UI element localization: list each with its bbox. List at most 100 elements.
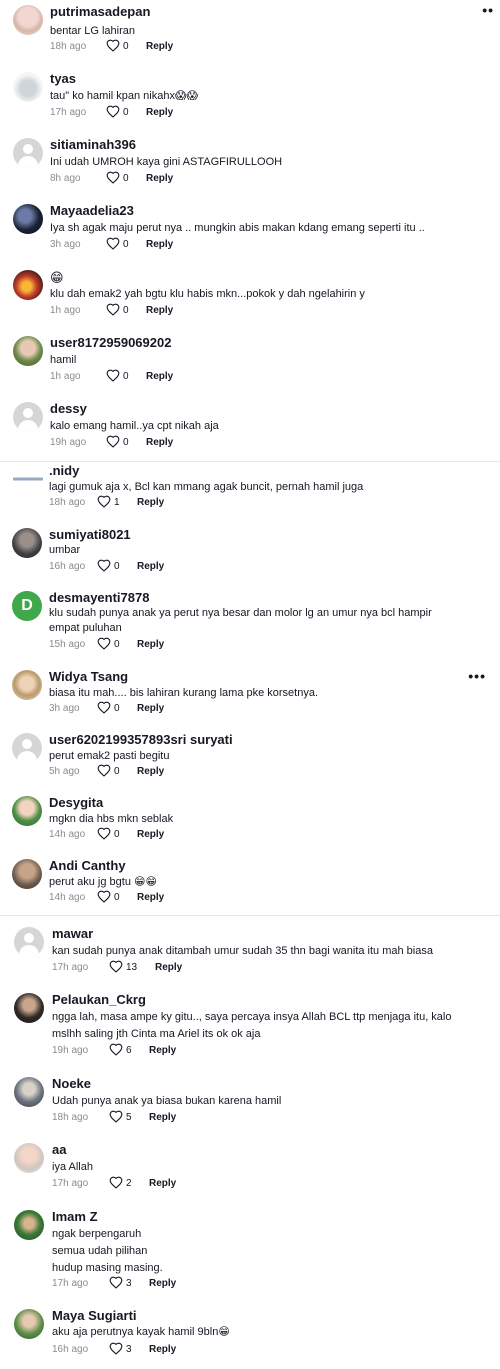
comment-username[interactable]: user6202199357893sri suryati	[49, 732, 233, 747]
comment-timestamp: 17h ago	[52, 962, 89, 973]
comment-timestamp: 17h ago	[52, 1278, 89, 1289]
reply-button[interactable]: Reply	[137, 703, 164, 714]
like-heart-icon[interactable]	[109, 1276, 123, 1290]
comment-username[interactable]: tyas	[50, 71, 76, 86]
like-heart-icon[interactable]	[106, 237, 120, 251]
comment-meta-row: 19h ago 0 Reply	[50, 435, 250, 451]
comment-timestamp: 1h ago	[50, 305, 81, 316]
avatar[interactable]	[12, 670, 42, 700]
comment-timestamp: 1h ago	[50, 371, 81, 382]
avatar[interactable]	[13, 5, 43, 35]
comment-timestamp: 19h ago	[50, 437, 87, 448]
comment-username[interactable]: .nidy	[49, 463, 79, 478]
comment-username[interactable]: user8172959069202	[50, 335, 171, 350]
comment-username[interactable]: Widya Tsang	[49, 669, 128, 684]
reply-button[interactable]: Reply	[149, 1178, 176, 1189]
avatar[interactable]	[12, 859, 42, 889]
comment-timestamp: 18h ago	[52, 1112, 89, 1123]
comment-username[interactable]: Andi Canthy	[49, 858, 126, 873]
reply-button[interactable]: Reply	[149, 1045, 176, 1056]
avatar[interactable]: D	[12, 591, 42, 621]
comment-username[interactable]: mawar	[52, 926, 93, 941]
like-heart-icon[interactable]	[97, 764, 111, 778]
like-heart-icon[interactable]	[109, 960, 123, 974]
comment-text: ngak berpengaruh	[52, 1228, 142, 1240]
like-heart-icon[interactable]	[109, 1110, 123, 1124]
avatar[interactable]	[14, 1210, 44, 1240]
comment-username[interactable]: sumiyati8021	[49, 527, 131, 542]
reply-button[interactable]: Reply	[155, 962, 182, 973]
like-heart-icon[interactable]	[106, 39, 120, 53]
like-heart-icon[interactable]	[106, 171, 120, 185]
reply-button[interactable]: Reply	[146, 305, 173, 316]
comment-text: Ini udah UMROH kaya gini ASTAGFIRULLOOH	[50, 156, 283, 168]
avatar[interactable]	[12, 733, 42, 763]
like-heart-icon[interactable]	[97, 637, 111, 651]
like-heart-icon[interactable]	[106, 435, 120, 449]
like-heart-icon[interactable]	[97, 495, 111, 509]
like-heart-icon[interactable]	[106, 303, 120, 317]
avatar[interactable]	[14, 993, 44, 1023]
avatar[interactable]	[13, 464, 43, 494]
comment-text: biasa itu mah.... bis lahiran kurang lam…	[49, 687, 319, 699]
comment-username[interactable]: Pelaukan_Ckrg	[52, 992, 146, 1007]
comment-text: semua udah pilihan	[52, 1245, 148, 1257]
avatar[interactable]	[13, 204, 43, 234]
reply-button[interactable]: Reply	[146, 371, 173, 382]
comment-username[interactable]: Mayaadelia23	[50, 203, 134, 218]
reply-button[interactable]: Reply	[149, 1112, 176, 1123]
reply-button[interactable]: Reply	[146, 437, 173, 448]
reply-button[interactable]: Reply	[149, 1278, 176, 1289]
avatar[interactable]	[14, 1077, 44, 1107]
reply-button[interactable]: Reply	[137, 497, 164, 508]
avatar[interactable]	[13, 72, 43, 102]
avatar[interactable]	[12, 796, 42, 826]
comment-username[interactable]: sitiaminah396	[50, 137, 136, 152]
reply-button[interactable]: Reply	[146, 41, 173, 52]
avatar[interactable]	[13, 402, 43, 432]
comment-username[interactable]: Desygita	[49, 795, 103, 810]
avatar[interactable]	[14, 1143, 44, 1173]
avatar[interactable]	[14, 927, 44, 957]
like-heart-icon[interactable]	[109, 1043, 123, 1057]
comment-text: aku aja perutnya kayak hamil 9bln😁	[52, 1326, 230, 1338]
comment-username[interactable]: Maya Sugiarti	[52, 1308, 137, 1323]
reply-button[interactable]: Reply	[146, 239, 173, 250]
avatar[interactable]	[13, 138, 43, 168]
avatar[interactable]	[13, 336, 43, 366]
avatar[interactable]	[13, 270, 43, 300]
comment-username[interactable]: putrimasadepan	[50, 4, 150, 19]
like-heart-icon[interactable]	[97, 559, 111, 573]
comment-username[interactable]: dessy	[50, 401, 87, 416]
like-heart-icon[interactable]	[109, 1342, 123, 1356]
reply-button[interactable]: Reply	[137, 639, 164, 650]
reply-button[interactable]: Reply	[137, 892, 164, 903]
reply-button[interactable]: Reply	[137, 561, 164, 572]
like-heart-icon[interactable]	[106, 369, 120, 383]
like-heart-icon[interactable]	[97, 827, 111, 841]
comment-username[interactable]: aa	[52, 1142, 66, 1157]
comment-text: hamil	[50, 354, 77, 366]
comment-timestamp: 3h ago	[49, 703, 80, 714]
reply-button[interactable]: Reply	[149, 1344, 176, 1355]
reply-button[interactable]: Reply	[146, 107, 173, 118]
avatar[interactable]	[12, 528, 42, 558]
comment-username[interactable]: desmayenti7878	[49, 590, 149, 605]
comment-username[interactable]: Noeke	[52, 1076, 91, 1091]
comment-username[interactable]: Imam Z	[52, 1209, 98, 1224]
comment-timestamp: 15h ago	[49, 639, 86, 650]
more-options-icon[interactable]: ••	[482, 2, 494, 18]
comment-meta-row: 8h ago 0 Reply	[50, 171, 250, 187]
reply-button[interactable]: Reply	[137, 829, 164, 840]
reply-button[interactable]: Reply	[146, 173, 173, 184]
like-heart-icon[interactable]	[109, 1176, 123, 1190]
reply-button[interactable]: Reply	[137, 766, 164, 777]
like-count: 13	[126, 962, 138, 973]
more-options-icon[interactable]: •••	[468, 668, 486, 684]
like-heart-icon[interactable]	[97, 890, 111, 904]
like-heart-icon[interactable]	[106, 105, 120, 119]
avatar[interactable]	[14, 1309, 44, 1339]
section-divider	[0, 915, 500, 916]
like-heart-icon[interactable]	[97, 701, 111, 715]
comment-emoji: 😁	[50, 270, 64, 285]
